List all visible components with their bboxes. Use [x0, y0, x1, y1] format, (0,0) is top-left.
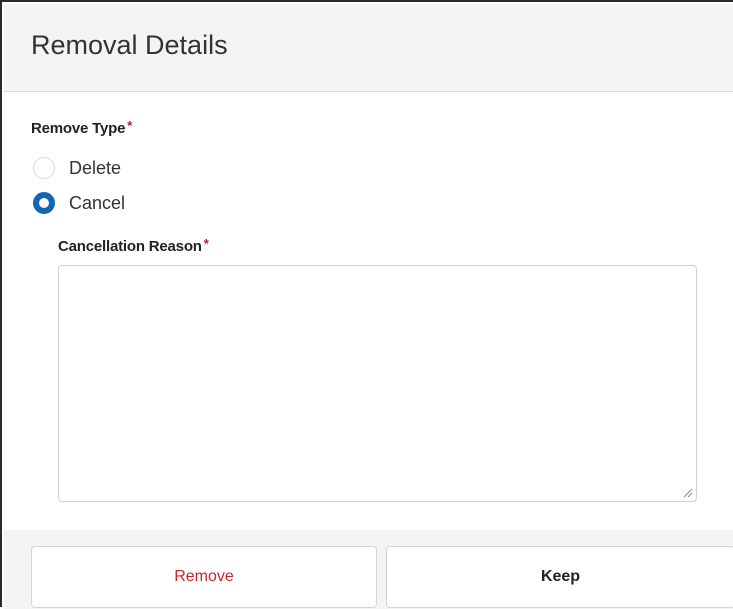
required-marker: *: [203, 236, 209, 251]
removal-dialog: Removal Details Remove Type * Delete Canc…: [0, 0, 733, 609]
radio-label-cancel: Cancel: [69, 192, 126, 213]
radio-button-cancel[interactable]: [33, 192, 55, 214]
radio-label-delete: Delete: [69, 157, 122, 178]
radio-option-delete[interactable]: Delete: [33, 156, 121, 180]
required-marker: *: [127, 118, 133, 133]
remove-type-label-text: Remove Type: [31, 120, 126, 137]
remove-button[interactable]: Remove: [31, 546, 377, 608]
keep-button[interactable]: Keep: [386, 546, 733, 608]
radio-option-cancel[interactable]: Cancel: [33, 191, 125, 215]
cancellation-reason-label: Cancellation Reason *: [58, 236, 209, 255]
cancellation-reason-textarea[interactable]: [59, 266, 696, 501]
cancellation-reason-label-text: Cancellation Reason: [58, 238, 202, 255]
dialog-header: Removal Details: [4, 4, 733, 92]
radio-button-delete[interactable]: [33, 157, 55, 179]
dialog-title: Removal Details: [31, 30, 228, 60]
cancellation-reason-field-wrapper: [58, 265, 697, 502]
remove-type-label: Remove Type *: [31, 118, 133, 137]
resize-handle-icon[interactable]: [681, 486, 693, 498]
